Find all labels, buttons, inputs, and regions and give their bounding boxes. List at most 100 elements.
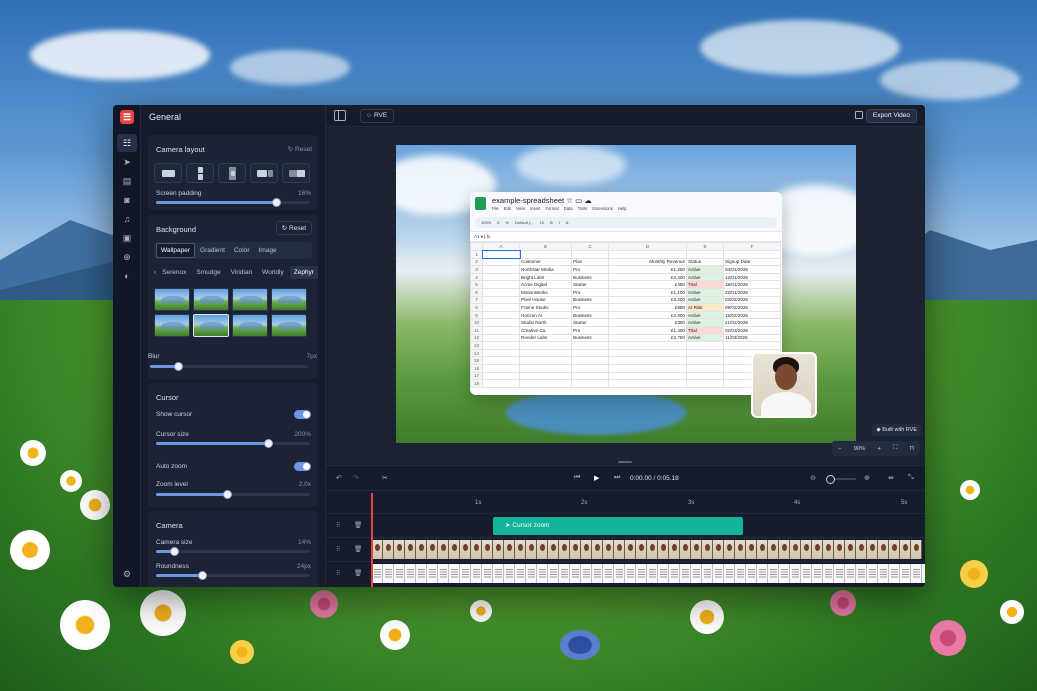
cell[interactable]	[571, 341, 609, 350]
sheet-menu-item[interactable]: View	[516, 206, 525, 211]
cell[interactable]	[482, 348, 520, 358]
drag-handle-icon[interactable]: ⠿	[336, 570, 340, 577]
webcam-overlay[interactable]	[751, 352, 817, 418]
row-header[interactable]: 17	[470, 371, 483, 381]
row-header[interactable]: 14	[470, 348, 483, 358]
cell[interactable]: Customer	[519, 257, 572, 267]
cell[interactable]	[482, 310, 520, 320]
cell[interactable]	[482, 325, 520, 335]
cell[interactable]: £2,400	[608, 272, 687, 282]
roundness-slider[interactable]	[156, 571, 310, 580]
cell[interactable]: Plan	[571, 257, 609, 267]
cell[interactable]: 11/03/2026	[723, 333, 781, 343]
export-video-button[interactable]: Export Video	[865, 109, 917, 123]
sheet-toolbar-item[interactable]: Default (...	[515, 220, 533, 225]
row-header[interactable]: 15	[470, 356, 483, 365]
cursor-size-slider[interactable]	[156, 439, 310, 448]
row-header[interactable]: 4	[470, 272, 483, 282]
cell[interactable]: Pixel House	[519, 295, 572, 305]
collection-serenox[interactable]: Serenox	[158, 266, 190, 279]
sidebar-toggle-icon[interactable]	[334, 110, 346, 121]
camera-clip[interactable]	[372, 540, 925, 559]
cell[interactable]	[686, 356, 724, 365]
palette-icon[interactable]: ◐	[117, 267, 137, 285]
cell[interactable]: 03/02/2026	[723, 295, 781, 305]
row-header[interactable]: 1	[470, 250, 483, 259]
cell[interactable]	[482, 371, 520, 381]
wallpaper-thumb-selected[interactable]	[193, 314, 229, 337]
sheet-menu-item[interactable]: Edit	[504, 206, 511, 211]
collection-viridian[interactable]: Viridian	[227, 266, 257, 279]
tab-wallpaper[interactable]: Wallpaper	[156, 243, 196, 258]
row-header[interactable]: 7	[470, 295, 483, 305]
cell[interactable]: Active	[686, 333, 724, 343]
cell[interactable]	[482, 341, 520, 350]
cell[interactable]	[482, 363, 520, 373]
cell[interactable]: At Risk	[686, 303, 724, 312]
project-button[interactable]: ○ RVE	[360, 109, 395, 123]
collection-zephyr[interactable]: Zephyr	[289, 266, 318, 279]
column-header[interactable]: D	[608, 242, 687, 251]
cell[interactable]	[608, 363, 687, 373]
cell[interactable]: Acme Digital	[519, 280, 572, 289]
cell[interactable]: 15/02/2026	[723, 310, 781, 320]
cell[interactable]: Pro	[571, 325, 609, 335]
cell[interactable]	[482, 280, 520, 289]
layout-option-stacked[interactable]	[186, 163, 214, 183]
sheet-toolbar-item[interactable]: 10	[539, 220, 543, 225]
cell[interactable]: Starter	[571, 280, 609, 289]
screen-padding-slider[interactable]	[156, 198, 310, 207]
cell[interactable]	[519, 250, 572, 259]
column-header[interactable]: A	[482, 242, 520, 251]
sheet-toolbar-item[interactable]: B	[550, 220, 553, 225]
camera-size-slider[interactable]	[156, 547, 310, 556]
row-header[interactable]: 9	[470, 310, 483, 320]
row-header[interactable]: 16	[470, 363, 483, 373]
cell[interactable]: £450	[608, 280, 687, 289]
preview-canvas[interactable]: example-spreadsheet ☆ ▭ ☁ File Edit View In…	[396, 145, 856, 443]
cell[interactable]	[608, 371, 687, 381]
resize-handle[interactable]	[618, 461, 632, 463]
cell[interactable]: Studio North	[519, 318, 572, 327]
wallpaper-thumb[interactable]	[271, 314, 307, 337]
cell[interactable]: Starter	[571, 318, 609, 327]
settings-gear-icon[interactable]: ⚙	[117, 565, 137, 583]
sheet-toolbar-item[interactable]: £	[497, 220, 499, 225]
cell[interactable]: Northstar Media	[519, 265, 572, 274]
cell[interactable]: Render Labs	[519, 333, 572, 343]
cell[interactable]	[608, 341, 687, 350]
cell[interactable]: 22/01/2026	[723, 287, 781, 297]
sliders-icon[interactable]: ☷	[117, 134, 137, 152]
tab-image[interactable]: Image	[255, 244, 281, 257]
timeline-zoom-out-icon[interactable]: ⊖	[810, 474, 816, 482]
skip-back-icon[interactable]: ⏮	[574, 474, 580, 482]
cell[interactable]	[571, 356, 609, 365]
cell[interactable]: Pro	[571, 265, 609, 274]
cell[interactable]	[686, 250, 724, 259]
cell[interactable]	[571, 379, 609, 388]
scissors-icon[interactable]: ✂	[382, 474, 388, 482]
wallpaper-thumb[interactable]	[154, 288, 190, 311]
fullscreen-icon[interactable]: ⛶	[893, 445, 897, 452]
cell[interactable]: £1,400	[608, 325, 687, 335]
cell[interactable]	[686, 363, 724, 373]
cell[interactable]	[519, 348, 572, 358]
trash-icon[interactable]: 🗑	[354, 545, 362, 553]
cell[interactable]: £350	[608, 318, 687, 327]
cell[interactable]: Active	[686, 272, 724, 282]
timeline-zoom-in-icon[interactable]: ⊕	[864, 474, 870, 482]
cell[interactable]: Business	[571, 272, 609, 282]
cell[interactable]	[482, 287, 520, 297]
wallpaper-thumb[interactable]	[193, 288, 229, 311]
cell[interactable]	[571, 371, 609, 381]
cell[interactable]	[519, 371, 572, 381]
column-header[interactable]: F	[723, 242, 781, 251]
cell[interactable]: Active	[686, 265, 724, 274]
cell[interactable]: MotionWorks	[519, 287, 572, 297]
sheet-menu-item[interactable]: File	[492, 206, 499, 211]
cell[interactable]	[686, 371, 724, 381]
cell[interactable]	[482, 356, 520, 365]
cell[interactable]	[686, 348, 724, 358]
blur-slider[interactable]	[150, 362, 308, 371]
cell[interactable]	[571, 250, 609, 259]
